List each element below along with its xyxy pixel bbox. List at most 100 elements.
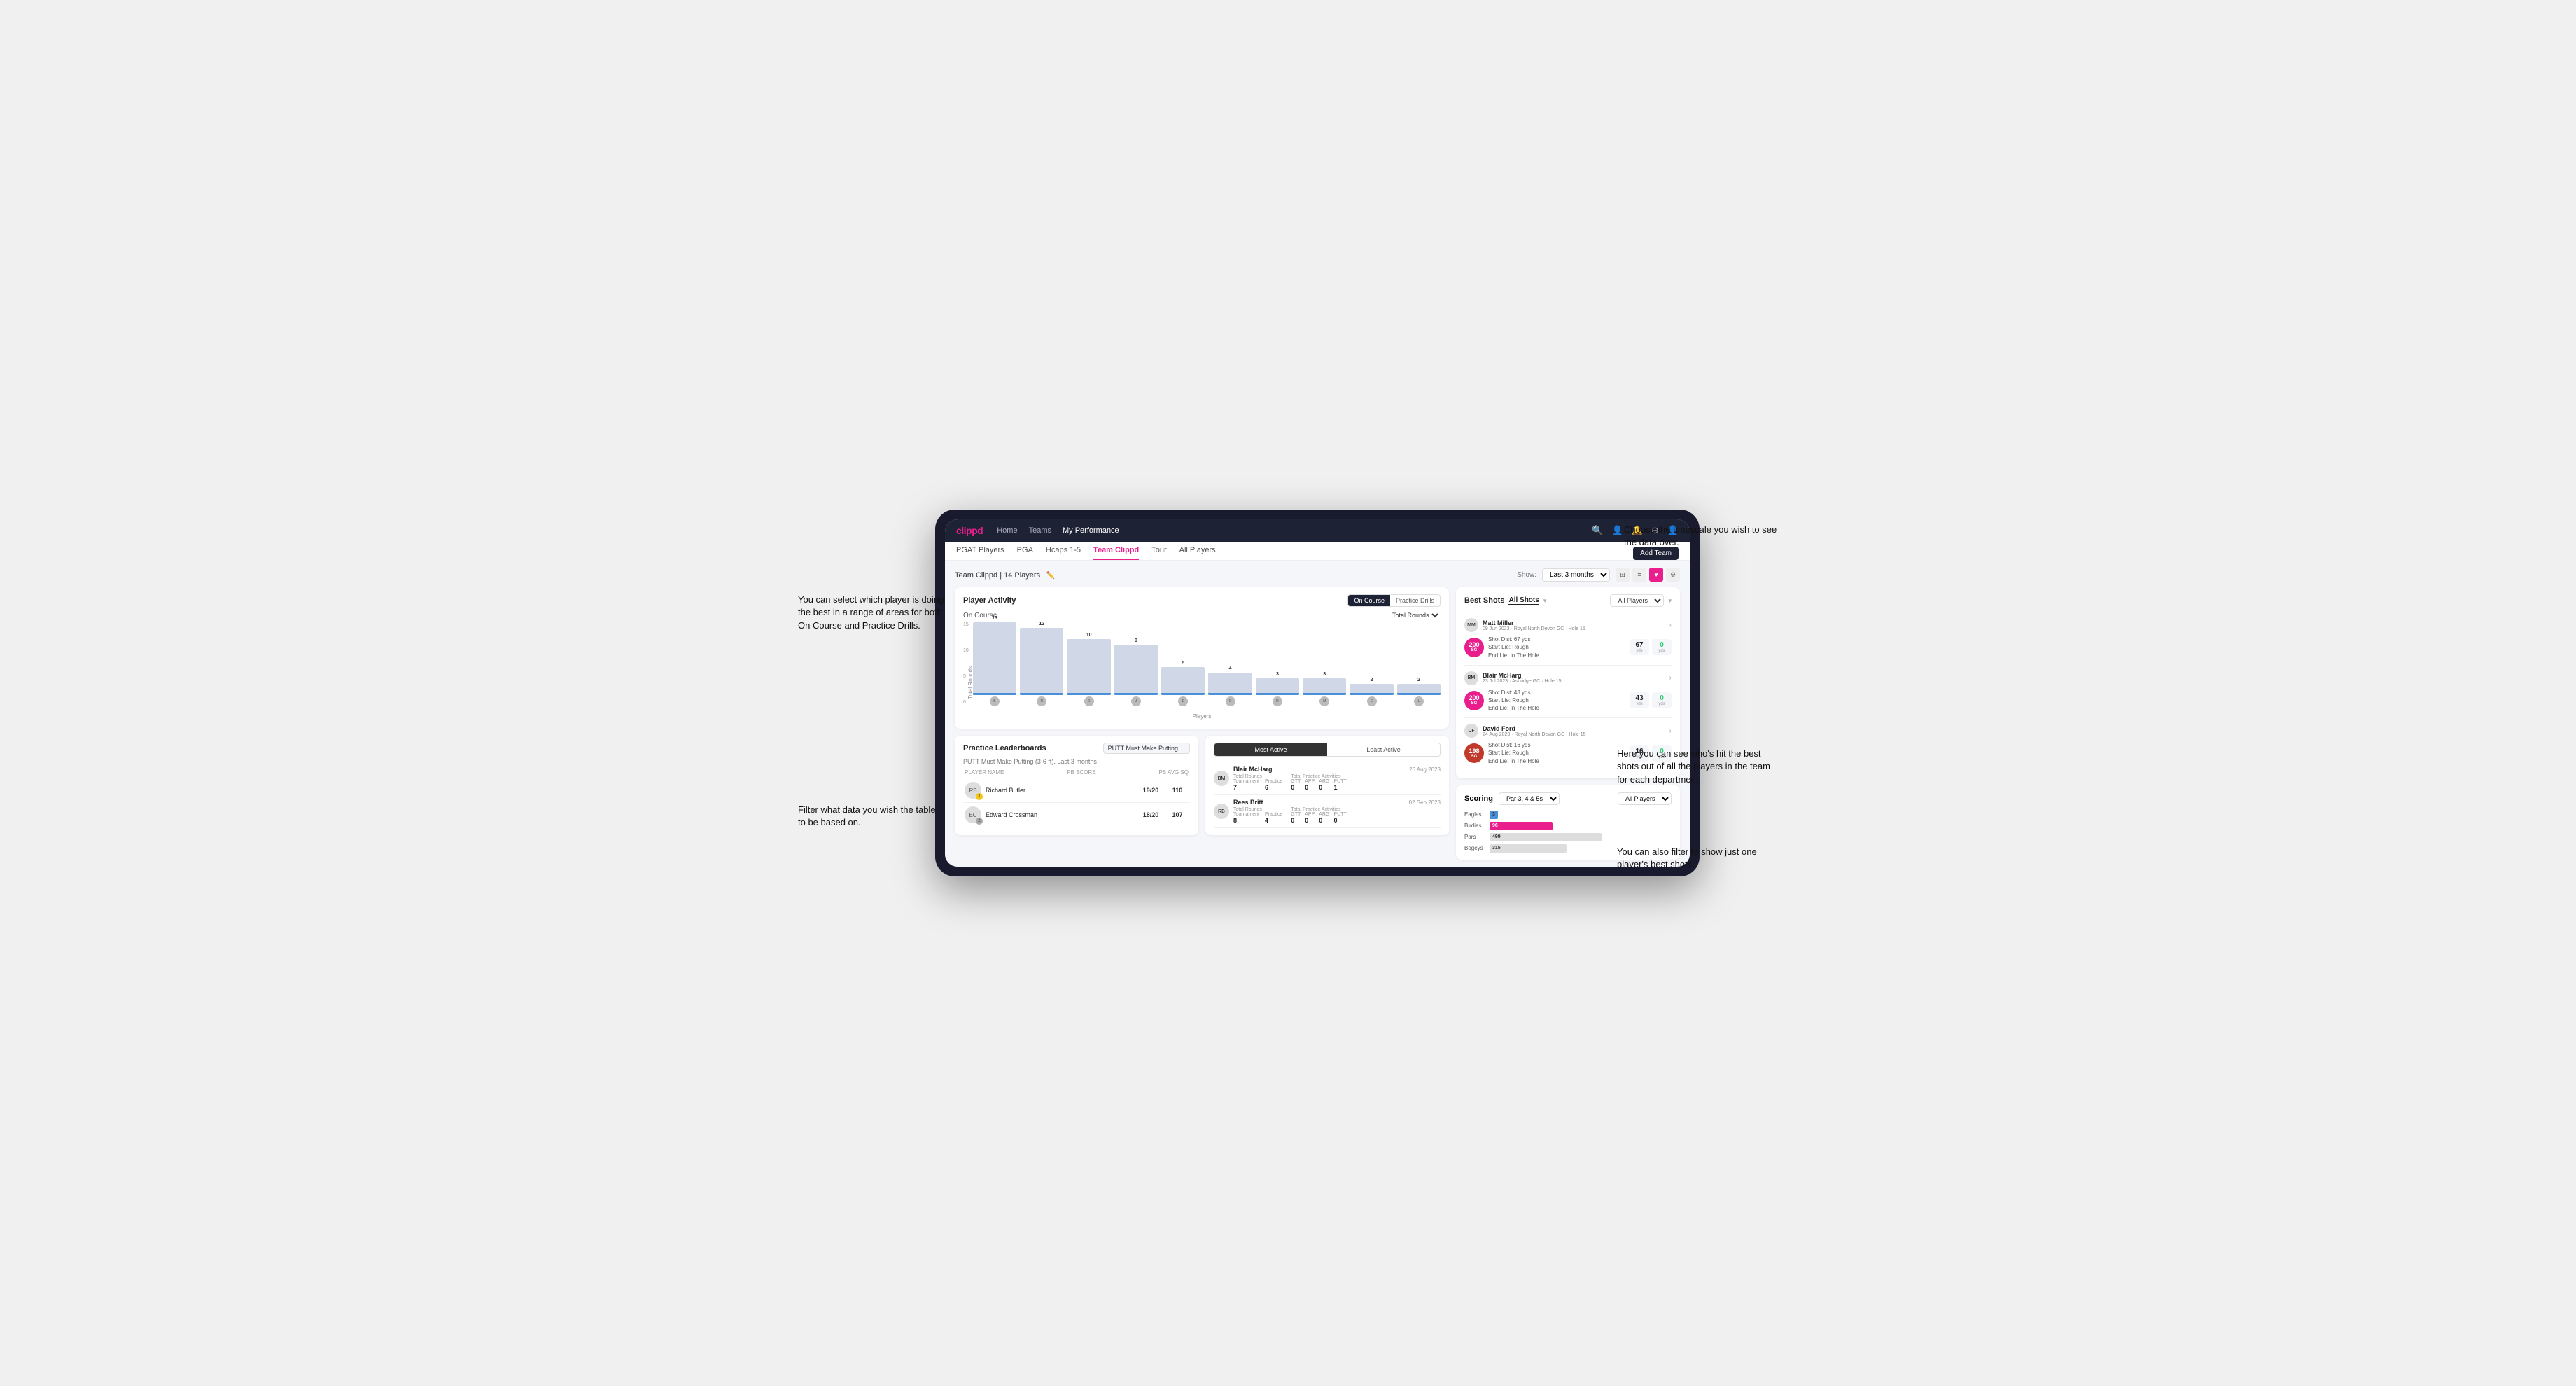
annotation-top-right: Choose the timescale you wish to see the…	[1624, 524, 1778, 549]
leaderboard-subtitle: PUTT Must Make Putting (3-6 ft), Last 3 …	[963, 758, 1190, 765]
player-1-pb-avg: 110	[1166, 787, 1189, 794]
left-panels: Player Activity On Course Practice Drill…	[955, 587, 1449, 860]
bar-highlight	[1161, 693, 1205, 695]
shot-player-info-2: Blair McHarg 23 Jul 2023 · Ashridge GC ·…	[1483, 672, 1562, 684]
main-grid: Player Activity On Course Practice Drill…	[955, 587, 1680, 860]
bar	[1256, 678, 1299, 695]
nav-home[interactable]: Home	[997, 526, 1017, 535]
annotation-right-bottom: You can also filter to show just one pla…	[1617, 846, 1778, 871]
scoring-filter-select[interactable]: Par 3, 4 & 5s	[1499, 792, 1560, 805]
shot-chevron-1: ›	[1670, 622, 1672, 629]
bar	[1161, 667, 1205, 695]
nav-my-performance[interactable]: My Performance	[1063, 526, 1119, 535]
shot-badge-3: 198 SG	[1464, 743, 1484, 763]
shot-chevron-3: ›	[1670, 727, 1672, 735]
tab-pga[interactable]: PGA	[1017, 546, 1033, 560]
heart-view-icon[interactable]: ♥	[1649, 568, 1663, 582]
practice-leaderboards-panel: Practice Leaderboards PUTT Must Make Put…	[955, 736, 1198, 835]
leaderboard-row-2[interactable]: EC 2 Edward Crossman 18/20 107	[963, 803, 1190, 827]
leaderboard-row-1[interactable]: RB 1 Richard Butler 19/20 110	[963, 778, 1190, 803]
shot-player-row-2: BM Blair McHarg 23 Jul 2023 · Ashridge G…	[1464, 671, 1672, 685]
team-header: Team Clippd | 14 Players ✏️ Show: Last 3…	[955, 568, 1680, 582]
team-header-controls: Show: Last 3 months ⊞ ≡ ♥ ⚙	[1517, 568, 1680, 582]
edit-team-icon[interactable]: ✏️	[1046, 572, 1055, 580]
shot-meta-2: 23 Jul 2023 · Ashridge GC · Hole 15	[1483, 679, 1562, 684]
shot-stat-val-2-1: 0	[1656, 641, 1668, 649]
bar	[1397, 684, 1441, 695]
shot-chevron-2: ›	[1670, 674, 1672, 682]
least-active-btn[interactable]: Least Active	[1327, 743, 1440, 756]
team-name: Team Clippd | 14 Players	[955, 571, 1040, 580]
tab-tour[interactable]: Tour	[1152, 546, 1166, 560]
shot-badge-2: 200 SG	[1464, 691, 1484, 710]
app-val-2: 0	[1305, 817, 1315, 824]
bar-highlight	[1303, 693, 1346, 695]
scoring-players-select[interactable]: All Players	[1618, 792, 1672, 805]
tab-all-players[interactable]: All Players	[1180, 546, 1216, 560]
active-player-row-1[interactable]: BM Blair McHarg 26 Aug 2023	[1214, 762, 1441, 795]
leaderboard-filter-btn[interactable]: PUTT Must Make Putting ...	[1103, 743, 1190, 754]
bar-chart-container: 15 10 5 0 13B12R10D9J5E4O3R3M2E2L	[963, 622, 1441, 706]
settings-view-icon[interactable]: ⚙	[1666, 568, 1680, 582]
shot-stats-2: 43 yds 0 yds	[1630, 692, 1672, 708]
most-active-panel: Most Active Least Active BM Blair McHarg	[1205, 736, 1449, 835]
activity-toggle-group: On Course Practice Drills	[1348, 594, 1441, 607]
list-view-icon[interactable]: ≡	[1632, 568, 1646, 582]
player-2-pb-avg: 107	[1166, 811, 1189, 818]
tab-pgat-players[interactable]: PGAT Players	[956, 546, 1004, 560]
search-icon[interactable]: 🔍	[1592, 525, 1603, 536]
active-player-1-stats: Total Rounds Tournament7 Practice6	[1233, 774, 1441, 791]
nav-teams[interactable]: Teams	[1029, 526, 1051, 535]
all-players-select[interactable]: All Players	[1610, 594, 1664, 607]
scoring-label-pars: Pars	[1464, 834, 1485, 840]
chart-dropdown[interactable]: Total Rounds	[1390, 611, 1441, 620]
all-shots-tab[interactable]: All Shots	[1508, 596, 1539, 606]
bar-value: 9	[1135, 638, 1138, 643]
bar-avatar: D	[1084, 696, 1094, 706]
gtt-val: 0	[1291, 784, 1301, 791]
shot-row-1[interactable]: MM Matt Miller 09 Jun 2023 · Royal North…	[1464, 612, 1672, 666]
shot-avatar-3: DF	[1464, 724, 1478, 738]
active-player-2-avatar: RB	[1214, 804, 1229, 819]
scoring-title: Scoring	[1464, 794, 1493, 803]
active-player-1-name: Blair McHarg	[1233, 766, 1273, 773]
shot-stat-val-2-2: 0	[1656, 694, 1668, 702]
active-player-2-name: Rees Britt	[1233, 799, 1264, 806]
bar	[1350, 684, 1393, 695]
shot-details-1: 200 SG Shot Dist: 67 yds Start Lie: Roug…	[1464, 636, 1672, 659]
shot-stat-remain-1: 0 yds	[1652, 639, 1672, 655]
shot-info-2: Shot Dist: 43 yds Start Lie: Rough End L…	[1488, 689, 1625, 713]
bar-avatar: M	[1320, 696, 1329, 706]
practice-drills-toggle[interactable]: Practice Drills	[1390, 595, 1440, 606]
on-course-toggle[interactable]: On Course	[1348, 595, 1390, 606]
timescale-select[interactable]: Last 3 months	[1542, 568, 1610, 582]
right-panels: Best Shots All Shots ▾ All Players ▾	[1456, 587, 1680, 860]
player-2-name: Edward Crossman	[986, 811, 1135, 818]
tournament-label: Tournament	[1233, 779, 1259, 784]
leaderboard-title: Practice Leaderboards	[963, 744, 1046, 752]
bar-group: 4O	[1208, 666, 1252, 706]
user-icon[interactable]: 👤	[1612, 525, 1623, 536]
tab-team-clippd[interactable]: Team Clippd	[1093, 546, 1139, 560]
scoring-bar-eagles: 3	[1490, 811, 1498, 819]
most-active-btn[interactable]: Most Active	[1214, 743, 1327, 756]
arg-val-2: 0	[1319, 817, 1329, 824]
shot-row-2[interactable]: BM Blair McHarg 23 Jul 2023 · Ashridge G…	[1464, 666, 1672, 719]
active-player-2-date: 02 Sep 2023	[1409, 799, 1441, 806]
bar	[1303, 678, 1346, 695]
shot-stat-val-1-2: 43	[1633, 694, 1646, 702]
tab-hcaps[interactable]: Hcaps 1-5	[1046, 546, 1081, 560]
player-2-avatar: EC 2	[965, 806, 981, 823]
chart-footer: Total Rounds Players	[963, 709, 1441, 722]
active-player-1-info: Blair McHarg 26 Aug 2023 Total Rounds	[1233, 766, 1441, 791]
app-nav: Home Teams My Performance	[997, 526, 1578, 535]
shot-meta-3: 24 Aug 2023 · Royal North Devon GC · Hol…	[1483, 732, 1586, 737]
bar-group: 2E	[1350, 678, 1393, 706]
bar-avatar: L	[1414, 696, 1424, 706]
active-player-row-2[interactable]: RB Rees Britt 02 Sep 2023 T	[1214, 795, 1441, 828]
shot-stat-dist-1: 67 yds	[1630, 639, 1649, 655]
grid-view-icon[interactable]: ⊞	[1616, 568, 1630, 582]
rank-badge-2: 2	[976, 818, 983, 825]
bar-avatar: R	[1037, 696, 1046, 706]
total-practice-label-2: Total Practice Activities	[1291, 807, 1346, 812]
